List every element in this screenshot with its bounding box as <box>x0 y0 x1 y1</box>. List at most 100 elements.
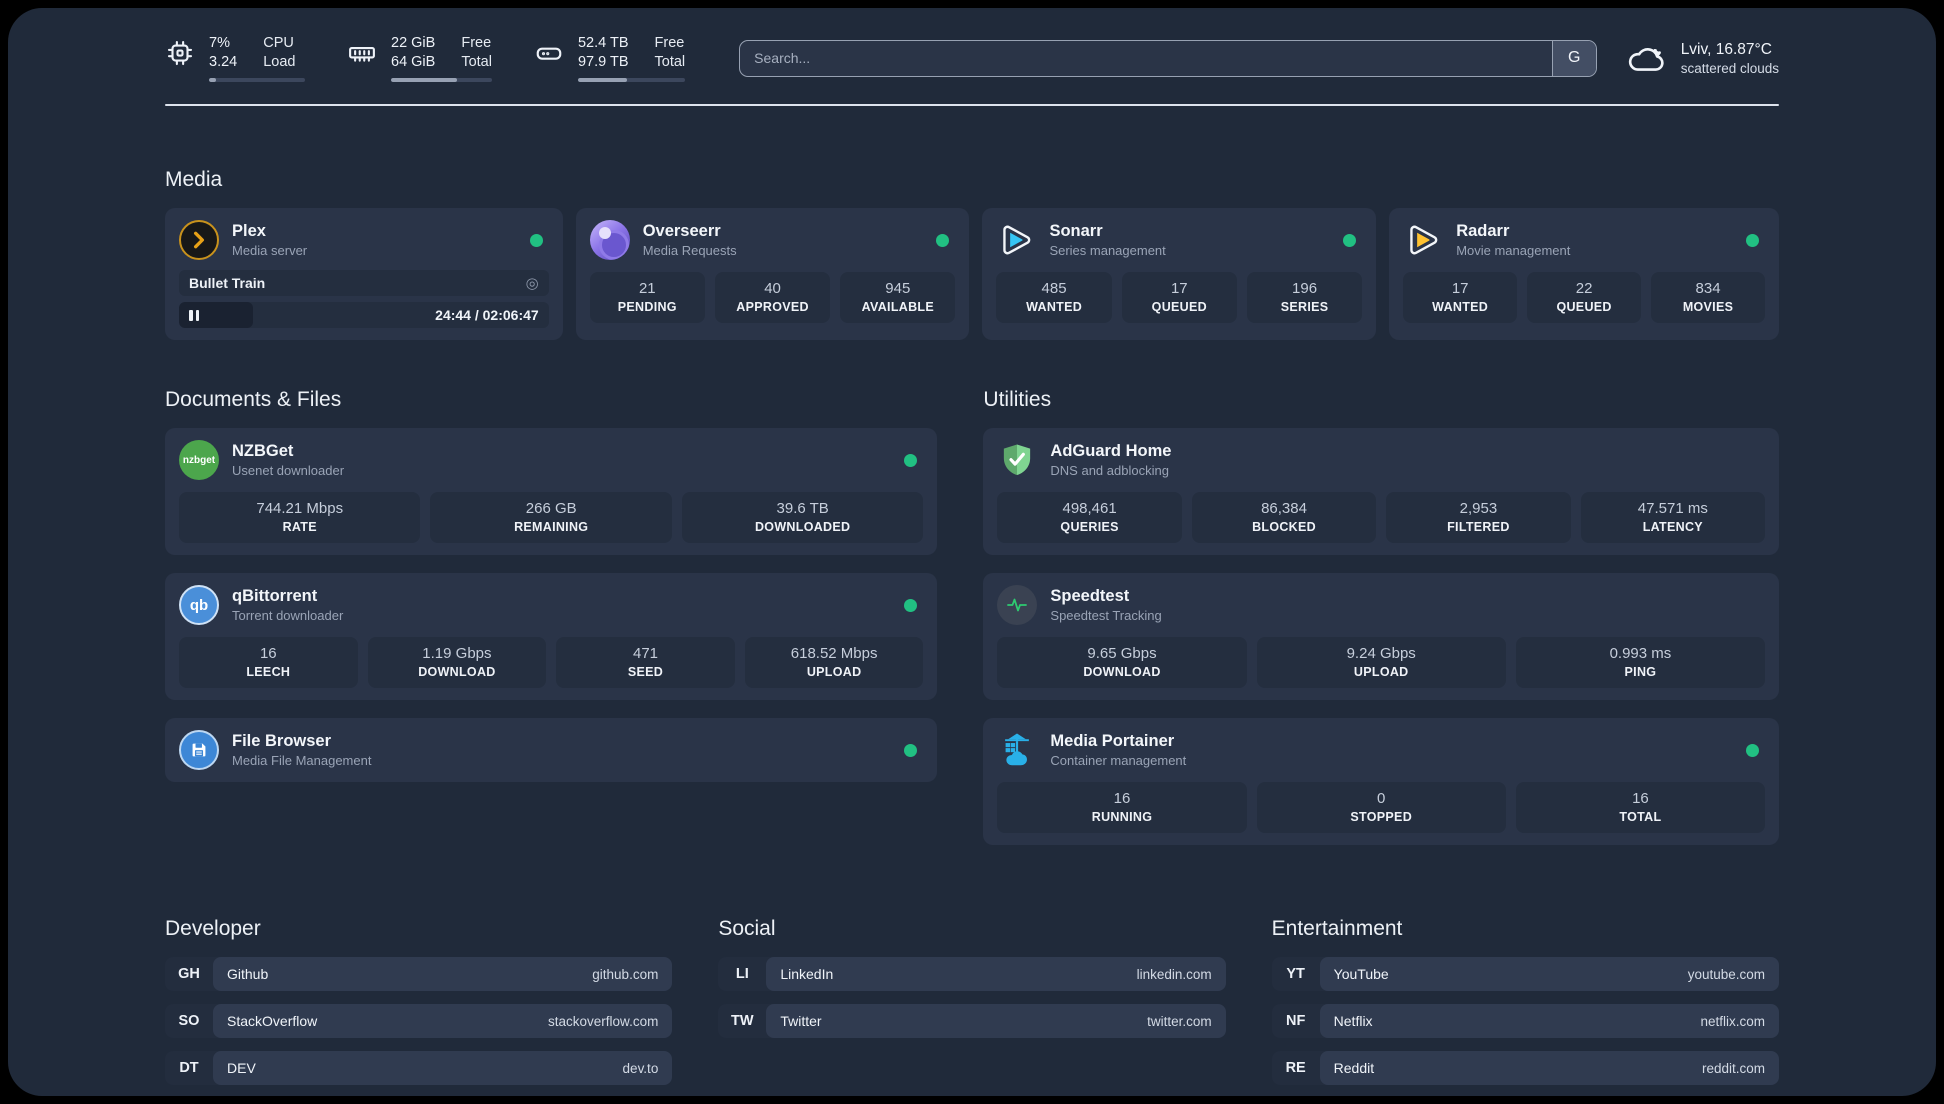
service-title: Radarr <box>1456 222 1510 241</box>
service-title: Media Portainer <box>1050 732 1175 751</box>
stat-value: 9.24 Gbps <box>1346 645 1416 663</box>
service-card-radarr[interactable]: Radarr Movie management 17 WANTED 22 QUE… <box>1389 208 1779 341</box>
weather-location-temp: Lviv, 16.87°C <box>1680 40 1772 58</box>
service-card-portainer[interactable]: Media Portainer Container management 16 … <box>983 718 1779 846</box>
link-row-github[interactable]: GH Github github.com <box>165 957 673 992</box>
stat-tile: 498,461 QUERIES <box>997 492 1182 544</box>
cpu-usage-value: 7% <box>209 35 230 51</box>
stat-tile: 945 AVAILABLE <box>840 272 956 324</box>
link-name: YouTube <box>1333 966 1389 983</box>
social-column: Social LI LinkedIn linkedin.com TW Twitt… <box>718 917 1226 1085</box>
service-card-speedtest[interactable]: Speedtest Speedtest Tracking 9.65 Gbps D… <box>983 573 1779 701</box>
service-card-plex[interactable]: Plex Media server Bullet Train ◎ 24:44 /… <box>165 208 563 341</box>
entertainment-column: Entertainment YT YouTube youtube.com NF … <box>1271 917 1779 1086</box>
service-card-qbittorrent[interactable]: qb qBittorrent Torrent downloader 16 LEE… <box>165 573 938 701</box>
stat-tile: 0.993 ms PING <box>1515 637 1766 689</box>
stat-label: WANTED <box>1026 300 1083 315</box>
stat-value: 471 <box>633 645 659 663</box>
service-card-sonarr[interactable]: Sonarr Series management 485 WANTED 17 Q… <box>982 208 1377 341</box>
plex-icon <box>179 220 219 261</box>
stat-tile: 834 MOVIES <box>1651 272 1765 324</box>
stat-label: BLOCKED <box>1252 520 1316 535</box>
link-row-linkedin[interactable]: LI LinkedIn linkedin.com <box>718 957 1226 992</box>
status-online-dot <box>904 743 918 757</box>
link-name: Twitter <box>780 1013 822 1030</box>
service-subtitle: Media server <box>232 243 308 259</box>
now-playing-row: Bullet Train ◎ <box>179 270 549 297</box>
stat-label: PING <box>1624 665 1657 680</box>
stat-value: 744.21 Mbps <box>256 500 344 518</box>
storage-free-label: Free <box>654 35 685 51</box>
nzbget-icon-label: nzbget <box>182 454 216 466</box>
weather-widget[interactable]: Lviv, 16.87°C scattered clouds <box>1627 41 1779 76</box>
cpu-progress-bar <box>209 78 305 83</box>
search-input[interactable] <box>739 39 1597 77</box>
link-abbr: NF <box>1285 1013 1306 1030</box>
video-session-icon: ◎ <box>525 275 539 293</box>
stat-tile: 22 QUEUED <box>1527 272 1642 324</box>
service-title: Plex <box>232 222 266 241</box>
adguard-icon <box>997 440 1037 480</box>
service-subtitle: DNS and adblocking <box>1050 463 1169 479</box>
status-online-dot <box>1746 233 1759 247</box>
link-row-reddit[interactable]: RE Reddit reddit.com <box>1271 1051 1779 1086</box>
service-card-overseerr[interactable]: Overseerr Media Requests 21 PENDING 40 A… <box>575 208 970 341</box>
stat-label: TOTAL <box>1619 810 1662 825</box>
memory-total-label: Total <box>461 54 492 71</box>
stat-value: 47.571 ms <box>1637 500 1708 518</box>
filebrowser-icon <box>179 730 219 771</box>
dashboard-panel: 7% 3.24 CPU Load 22 GiB 64 GiB Free Tota… <box>8 8 1936 1096</box>
stat-tile: 196 SERIES <box>1246 272 1363 324</box>
stat-value: 2,953 <box>1459 500 1498 518</box>
storage-total-label: Total <box>654 54 686 71</box>
search-engine-label: G <box>1567 49 1581 67</box>
status-online-dot <box>529 233 543 247</box>
radarr-icon <box>1403 220 1443 260</box>
stat-tile: 1.19 Gbps DOWNLOAD <box>367 637 547 689</box>
now-playing-title: Bullet Train <box>189 275 266 292</box>
link-row-netflix[interactable]: NF Netflix netflix.com <box>1271 1004 1779 1039</box>
stat-label: SERIES <box>1280 300 1329 315</box>
link-row-stackoverflow[interactable]: SO StackOverflow stackoverflow.com <box>165 1004 673 1039</box>
stat-label: RATE <box>282 520 317 535</box>
status-online-dot <box>904 598 918 612</box>
cpu-chip-icon <box>167 40 193 66</box>
link-url: dev.to <box>622 1060 659 1076</box>
storage-stat: 52.4 TB 97.9 TB Free Total <box>534 34 686 83</box>
service-card-nzbget[interactable]: nzbget NZBGet Usenet downloader 744.21 M… <box>165 428 938 556</box>
stat-value: 17 <box>1170 280 1188 298</box>
cloud-icon <box>1628 48 1664 71</box>
link-url: linkedin.com <box>1136 966 1212 982</box>
search-engine-button[interactable]: G <box>1551 40 1596 76</box>
link-row-twitter[interactable]: TW Twitter twitter.com <box>718 1004 1226 1039</box>
stat-label: RUNNING <box>1091 810 1153 825</box>
stat-label: STOPPED <box>1350 810 1413 825</box>
service-subtitle: Series management <box>1049 243 1166 259</box>
stat-value: 16 <box>259 645 277 663</box>
stat-label: PENDING <box>617 300 677 315</box>
service-subtitle: Speedtest Tracking <box>1050 608 1162 624</box>
stat-value: 485 <box>1041 280 1067 298</box>
status-online-dot <box>1746 743 1759 757</box>
stat-label: FILTERED <box>1447 520 1510 535</box>
service-subtitle: Usenet downloader <box>232 463 345 479</box>
memory-progress-fill <box>391 78 457 83</box>
service-title: AdGuard Home <box>1050 442 1172 461</box>
playback-progress-bar[interactable]: 24:44 / 02:06:47 <box>179 302 549 329</box>
link-name: DEV <box>227 1060 256 1077</box>
stat-tile: 17 QUEUED <box>1121 272 1237 324</box>
nzbget-icon: nzbget <box>179 440 219 481</box>
service-card-filebrowser[interactable]: File Browser Media File Management <box>165 718 938 783</box>
stat-tile: 485 WANTED <box>996 272 1112 324</box>
stat-label: APPROVED <box>736 300 809 315</box>
link-abbr: RE <box>1285 1060 1306 1077</box>
stat-value: 0.993 ms <box>1609 645 1672 663</box>
link-row-dev[interactable]: DT DEV dev.to <box>165 1051 673 1086</box>
cpu-usage-label: CPU <box>263 35 294 51</box>
pause-icon[interactable] <box>189 309 199 321</box>
storage-free-value: 52.4 TB <box>577 35 629 51</box>
link-name: Netflix <box>1333 1013 1373 1030</box>
link-row-youtube[interactable]: YT YouTube youtube.com <box>1271 957 1779 992</box>
service-card-adguard[interactable]: AdGuard Home DNS and adblocking 498,461 … <box>983 428 1779 556</box>
overseerr-icon <box>589 220 630 261</box>
